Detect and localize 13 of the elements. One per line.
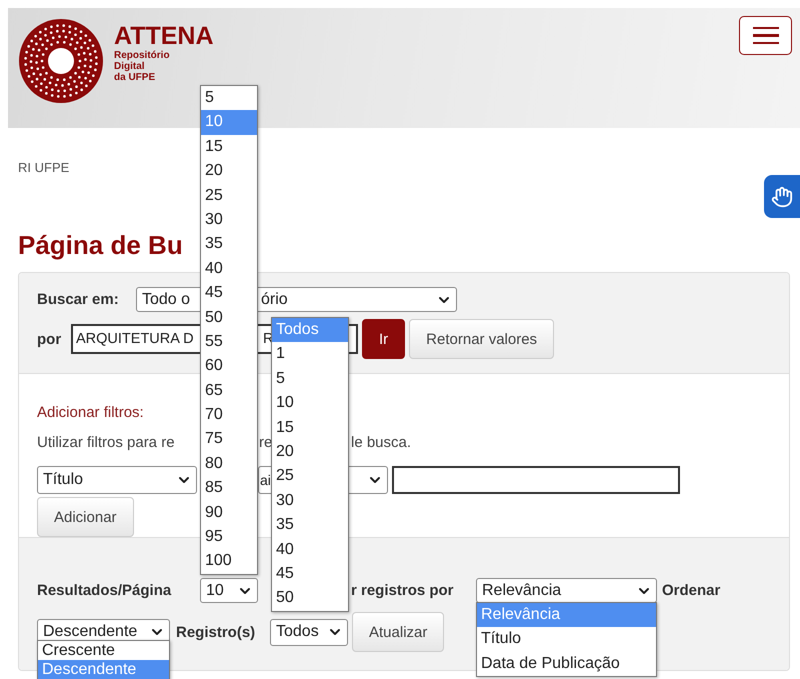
hint-text: Utilizar filtros para re bbox=[37, 434, 175, 451]
per-page-label: Resultados/Página bbox=[37, 582, 172, 599]
hint-text: le busca. bbox=[351, 434, 412, 451]
brand-subtitle: Repositório Digital da UFPE bbox=[114, 50, 171, 83]
sort-label: r registros por bbox=[351, 582, 455, 599]
hint-text: re bbox=[259, 434, 272, 451]
page-heading: Página de Bu bbox=[18, 230, 183, 260]
order-label: Ordenar bbox=[662, 582, 720, 599]
query-label: por bbox=[37, 330, 62, 348]
brand-name: ATTENA bbox=[114, 22, 214, 50]
records-label: Registro(s) bbox=[176, 624, 256, 640]
search-scope-label: Buscar em: bbox=[37, 291, 120, 308]
filters-title: Adicionar filtros: bbox=[37, 404, 144, 421]
